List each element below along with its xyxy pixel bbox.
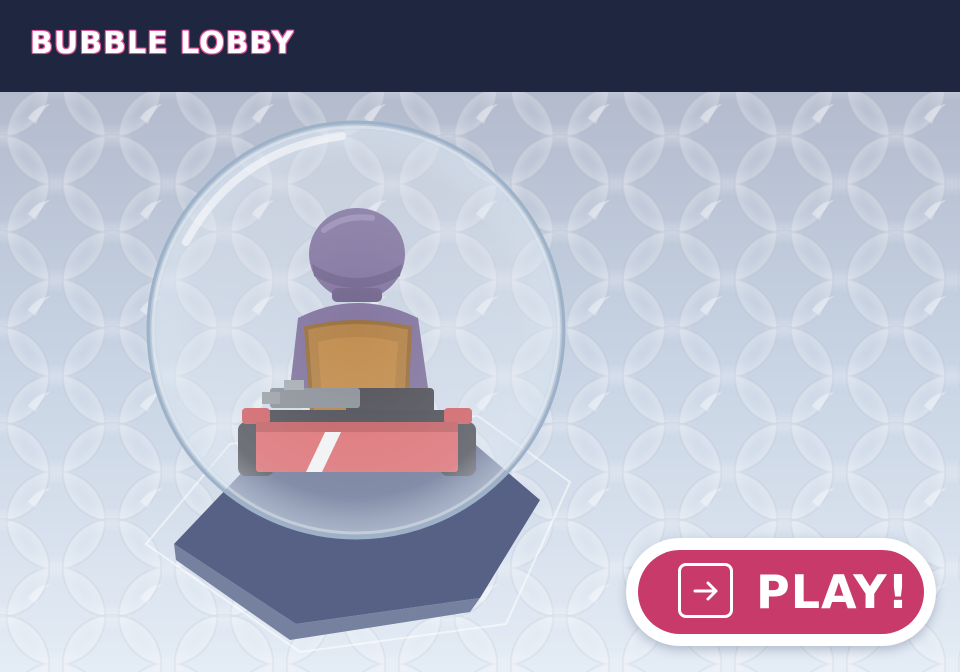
player-bubble (146, 120, 566, 540)
play-button-label: PLAY! (756, 565, 910, 619)
game-screen: BUBBLE LOBBY PLAY! (0, 0, 960, 672)
lobby-title: BUBBLE LOBBY (30, 26, 295, 61)
arrow-right-icon (678, 563, 733, 618)
top-bar: BUBBLE LOBBY (0, 0, 960, 92)
play-button-face[interactable]: PLAY! (638, 550, 924, 634)
play-button[interactable]: PLAY! (626, 538, 936, 646)
